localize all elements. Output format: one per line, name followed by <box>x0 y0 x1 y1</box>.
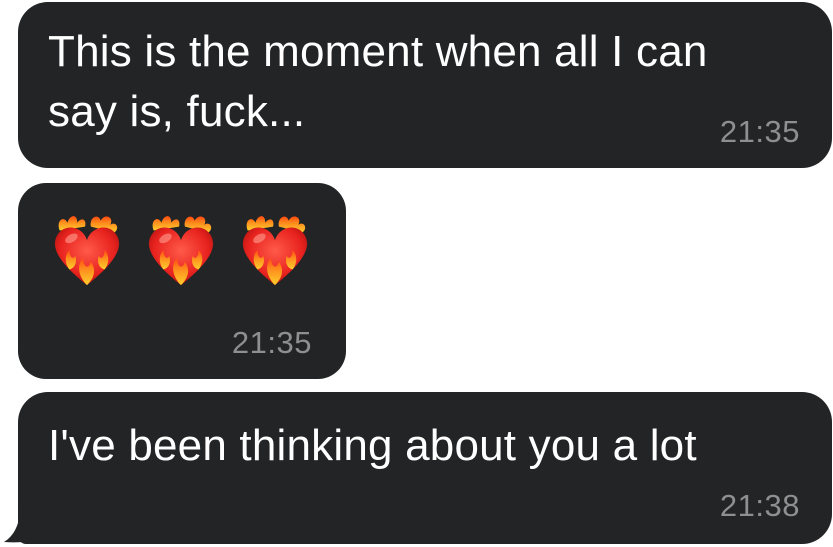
emoji-row <box>48 211 314 293</box>
heart-on-fire-icon <box>54 216 120 286</box>
message-line: I've been thinking about you a lot <box>48 421 697 470</box>
message-line: This is the moment when all I can <box>48 27 708 76</box>
heart-on-fire-icon <box>148 216 214 286</box>
message-line: say is, fuck... <box>48 87 306 136</box>
chat-thread: This is the moment when all I can say is… <box>0 0 833 547</box>
message-text: This is the moment when all I can say is… <box>48 22 708 142</box>
message-timestamp: 21:35 <box>231 325 312 360</box>
message-bubble[interactable]: 21:35 <box>18 183 346 379</box>
message-timestamp: 21:38 <box>719 488 800 523</box>
message-timestamp: 21:35 <box>719 114 800 149</box>
message-text: I've been thinking about you a lot <box>48 416 697 476</box>
bubble-tail <box>4 494 42 543</box>
message-bubble[interactable]: This is the moment when all I can say is… <box>18 2 832 168</box>
heart-on-fire-icon <box>242 216 308 286</box>
message-bubble[interactable]: I've been thinking about you a lot 21:38 <box>18 392 832 544</box>
